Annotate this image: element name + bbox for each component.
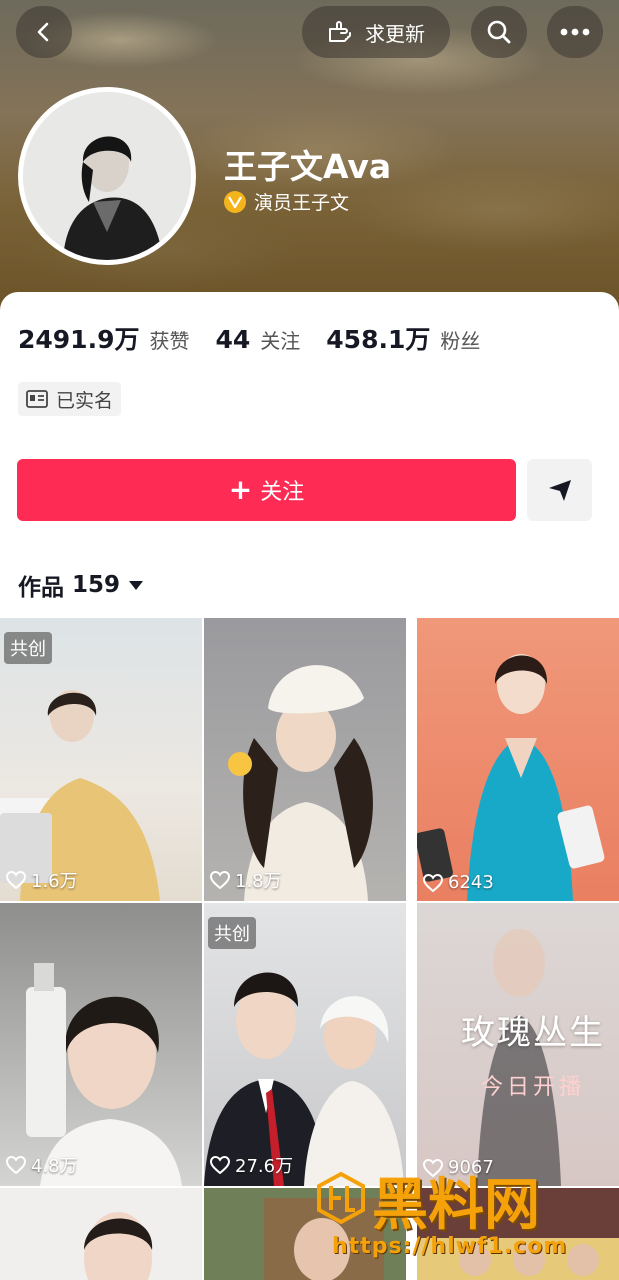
video-thumbnail [228, 665, 373, 901]
stat-label: 获赞 [149, 329, 190, 353]
video-tile[interactable]: 共创 27.6万 [204, 903, 406, 1186]
works-tab[interactable]: 作品 159 [18, 568, 144, 602]
search-button[interactable] [471, 6, 527, 58]
video-thumbnail [26, 963, 182, 1186]
paper-plane-icon [548, 480, 571, 501]
stat-value: 2491.9万 [18, 325, 140, 354]
like-count-value: 1.6万 [31, 871, 78, 892]
caret-down-icon [129, 581, 144, 590]
profile-header: 求更新 王子文Ava 演员王子文 [0, 0, 619, 320]
stats-row: 2491.9万 获赞 44 关注 458.1万 粉丝 [18, 320, 506, 356]
follow-label: 关注 [260, 480, 305, 505]
stat-followers[interactable]: 458.1万 粉丝 [326, 320, 480, 356]
like-count: 27.6万 [210, 1152, 293, 1178]
overlay-title: 玫瑰丛生 [461, 1013, 605, 1053]
like-count: 4.8万 [6, 1152, 78, 1178]
more-button[interactable] [547, 6, 603, 58]
stat-label: 粉丝 [440, 329, 481, 353]
like-count-value: 6243 [448, 872, 494, 893]
overlay-subtitle: 今日开播 [481, 1075, 586, 1100]
video-tile[interactable]: 共创 1.6万 [0, 618, 202, 901]
plus-icon: + [228, 473, 253, 506]
verification-text: 演员王子文 [254, 192, 350, 214]
video-thumbnail [84, 1212, 153, 1280]
cocreate-badge: 共创 [4, 632, 52, 664]
like-count: 1.8万 [210, 867, 282, 893]
like-count-value: 27.6万 [235, 1156, 294, 1177]
heart-icon [6, 871, 26, 889]
heart-icon [6, 1156, 26, 1174]
cocreate-badge: 共创 [208, 917, 256, 949]
realname-text: 已实名 [56, 389, 114, 412]
verified-badge-icon [224, 190, 246, 213]
chevron-left-icon [37, 22, 49, 42]
heart-icon [423, 873, 443, 892]
heart-icon [210, 871, 230, 889]
stat-label: 关注 [260, 329, 301, 353]
stat-likes[interactable]: 2491.9万 获赞 [18, 320, 189, 356]
search-icon [487, 20, 511, 44]
works-label: 作品 [18, 575, 64, 601]
verification-row: 演员王子文 [224, 188, 349, 215]
like-count-value: 1.8万 [235, 871, 282, 892]
realname-badge: 已实名 [18, 382, 122, 416]
video-thumbnail [417, 654, 605, 901]
video-tile[interactable]: 6243 [417, 618, 619, 901]
watermark-brand: 黑料网 [372, 1173, 540, 1238]
heart-icon [210, 1156, 230, 1174]
avatar[interactable] [18, 87, 196, 265]
stat-value: 44 [215, 325, 251, 354]
profile-name: 王子文Ava [224, 147, 392, 186]
more-dots-icon [560, 28, 590, 36]
request-update-label: 求更新 [365, 21, 425, 46]
works-count: 159 [72, 572, 121, 598]
like-count: 1.6万 [6, 867, 78, 893]
id-card-icon [26, 390, 48, 408]
video-tile[interactable]: 1.8万 [204, 618, 406, 901]
video-tile[interactable] [0, 1188, 202, 1280]
avatar-portrait [23, 92, 191, 260]
back-button[interactable] [16, 6, 72, 58]
stat-value: 458.1万 [326, 325, 431, 354]
video-tile[interactable]: 玫瑰丛生 今日开播 9067 [417, 903, 619, 1186]
profile-card: 2491.9万 获赞 44 关注 458.1万 粉丝 已实名 + 关注 作品 1… [0, 292, 619, 1280]
request-update-button[interactable]: 求更新 [302, 6, 450, 58]
follow-button[interactable]: + 关注 [17, 459, 516, 521]
like-count-value: 4.8万 [31, 1156, 78, 1177]
watermark-url: https://hlwf1.com [332, 1234, 568, 1259]
like-count: 6243 [423, 872, 494, 893]
video-tile[interactable]: 4.8万 [0, 903, 202, 1186]
watermark-logo-icon [317, 1172, 365, 1224]
send-message-button[interactable] [527, 459, 592, 521]
stat-following[interactable]: 44 关注 [215, 325, 300, 354]
pointing-hand-icon [329, 21, 351, 42]
